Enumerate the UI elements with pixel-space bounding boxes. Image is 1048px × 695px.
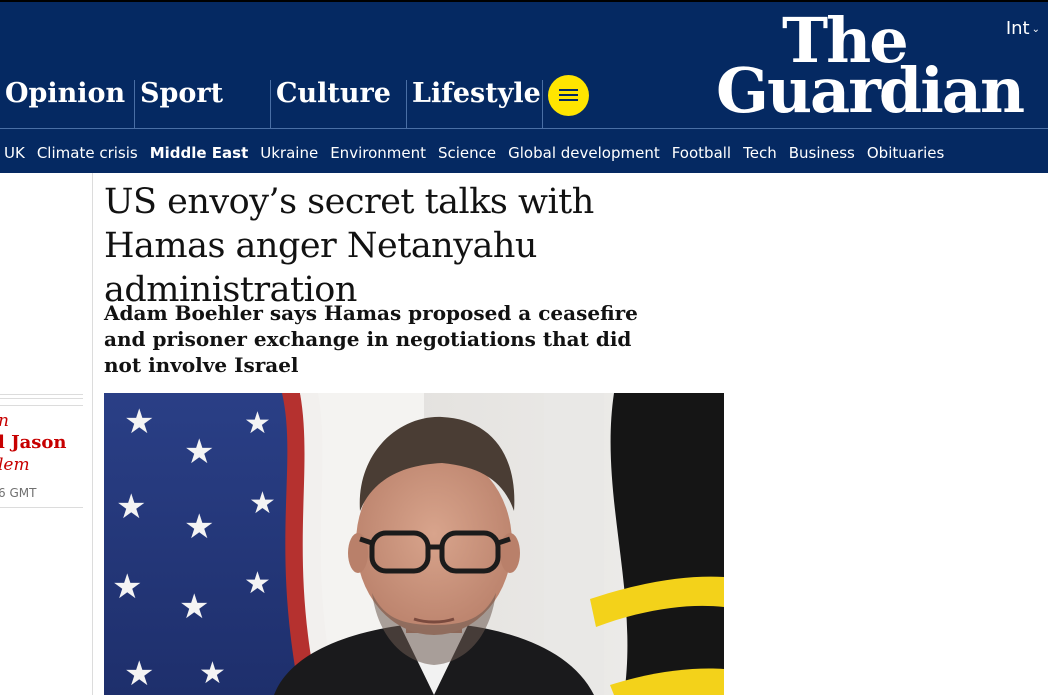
svg-text:★: ★ [112,567,142,607]
byline-line: n [0,410,90,432]
subnav-divider [0,128,1048,129]
svg-text:★: ★ [244,566,271,601]
subnav-item-obituaries[interactable]: Obituaries [867,144,944,164]
svg-text:★: ★ [124,402,154,442]
subnav-item-global-development[interactable]: Global development [508,144,660,164]
svg-text:★: ★ [116,487,146,527]
byline[interactable]: n l Jason lem [0,410,90,476]
subnav-item-climate-crisis[interactable]: Climate crisis [37,144,138,164]
subnav-item-uk[interactable]: UK [4,144,25,164]
svg-text:★: ★ [179,587,209,627]
article-main-image: ★ ★ ★ ★ ★ ★ ★ ★ ★ ★ ★ [104,393,724,695]
column-rule [92,173,93,695]
byline-location: lem [0,455,30,475]
hamburger-icon [559,89,578,102]
article-standfirst: Adam Boehler says Hamas proposed a cease… [104,301,638,377]
top-border [0,0,1048,2]
svg-text:★: ★ [184,507,214,547]
article-headline: US envoy’s secret talks with Hamas anger… [104,182,594,310]
pillar-divider [270,80,271,128]
svg-text:★: ★ [249,486,276,521]
portrait-photo: ★ ★ ★ ★ ★ ★ ★ ★ ★ ★ ★ [104,393,724,695]
guardian-article-page: Int ⌄ The Guardian Opinion Sport Culture… [0,0,1048,695]
subnav-item-middle-east[interactable]: Middle East [150,144,249,164]
subnav-item-science[interactable]: Science [438,144,496,164]
meta-divider-bottom [0,507,83,508]
svg-text:★: ★ [124,654,154,694]
byline-author[interactable]: l Jason [0,432,90,454]
subnav-item-business[interactable]: Business [789,144,855,164]
masthead: Int ⌄ The Guardian Opinion Sport Culture… [0,0,1048,173]
pillar-lifestyle[interactable]: Lifestyle [412,74,541,130]
svg-text:★: ★ [199,656,226,691]
pillar-divider [134,80,135,128]
menu-button[interactable] [548,75,589,116]
pillar-divider [406,80,407,128]
pillar-culture[interactable]: Culture [276,74,391,130]
pillar-sport[interactable]: Sport [140,74,223,130]
pillar-divider [542,80,543,128]
subnav-item-ukraine[interactable]: Ukraine [260,144,318,164]
svg-text:★: ★ [184,432,214,472]
subnav: UK Climate crisis Middle East Ukraine En… [4,144,944,164]
meta-divider [0,394,83,406]
article-dateline: 6 GMT [0,486,37,500]
logo-line-guardian: Guardian [716,54,1025,127]
svg-text:★: ★ [244,406,271,441]
guardian-logo[interactable]: The Guardian [716,6,1044,127]
subnav-item-tech[interactable]: Tech [743,144,777,164]
subnav-item-environment[interactable]: Environment [330,144,426,164]
pillar-opinion[interactable]: Opinion [5,74,125,130]
subnav-item-football[interactable]: Football [672,144,731,164]
